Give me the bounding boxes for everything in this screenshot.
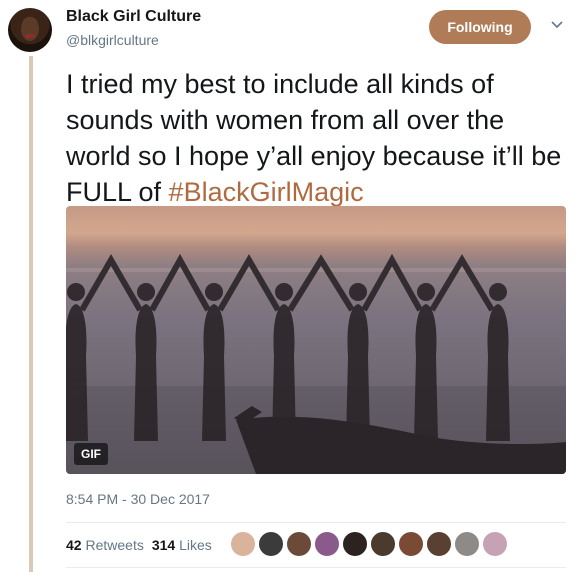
liker-avatar[interactable] <box>314 531 340 557</box>
figure-body <box>346 304 370 441</box>
following-button[interactable]: Following <box>429 10 531 44</box>
display-name[interactable]: Black Girl Culture <box>66 8 201 26</box>
figure-arms <box>361 253 423 312</box>
gif-badge: GIF <box>74 443 108 465</box>
liker-avatar[interactable] <box>230 531 256 557</box>
figure-arms <box>149 253 211 312</box>
figure-head <box>349 283 367 301</box>
liker-avatar[interactable] <box>454 531 480 557</box>
figure-head <box>205 283 223 301</box>
figure-arms <box>79 254 143 312</box>
avatar-lips <box>25 34 35 38</box>
tweet-stats: 42 Retweets 314 Likes <box>66 537 212 553</box>
liker-avatar[interactable] <box>370 531 396 557</box>
figure-body <box>486 304 510 441</box>
divider <box>66 522 566 523</box>
figure-body <box>414 304 438 441</box>
likes-stat[interactable]: 314 Likes <box>152 537 212 553</box>
chevron-down-icon[interactable] <box>550 18 564 32</box>
figure-head <box>489 283 507 301</box>
liker-avatar[interactable] <box>286 531 312 557</box>
tweet-text: I tried my best to include all kinds of … <box>66 66 566 210</box>
figure-arms <box>287 254 355 312</box>
gif-frame <box>66 253 566 474</box>
liker-avatars <box>230 531 510 557</box>
retweets-stat[interactable]: 42 Retweets <box>66 537 144 553</box>
thread-line <box>29 56 33 572</box>
figure-head <box>137 283 155 301</box>
avatar[interactable] <box>8 8 52 52</box>
divider <box>66 567 566 568</box>
liker-avatar[interactable] <box>398 531 424 557</box>
gif-media[interactable]: GIF <box>66 206 566 474</box>
figure-body <box>134 304 158 441</box>
figure-arms <box>429 254 495 312</box>
hashtag-link[interactable]: #BlackGirlMagic <box>169 177 364 207</box>
figure-head <box>417 283 435 301</box>
figure-head <box>67 283 85 301</box>
user-handle[interactable]: @blkgirlculture <box>66 32 159 48</box>
figure-head <box>275 283 293 301</box>
liker-avatar[interactable] <box>342 531 368 557</box>
liker-avatar[interactable] <box>258 531 284 557</box>
figure-arms <box>217 254 281 312</box>
figure-body <box>66 304 88 441</box>
liker-avatar[interactable] <box>426 531 452 557</box>
tweet-timestamp[interactable]: 8:54 PM - 30 Dec 2017 <box>66 491 210 507</box>
liker-avatar[interactable] <box>482 531 508 557</box>
figure-body <box>202 304 226 441</box>
